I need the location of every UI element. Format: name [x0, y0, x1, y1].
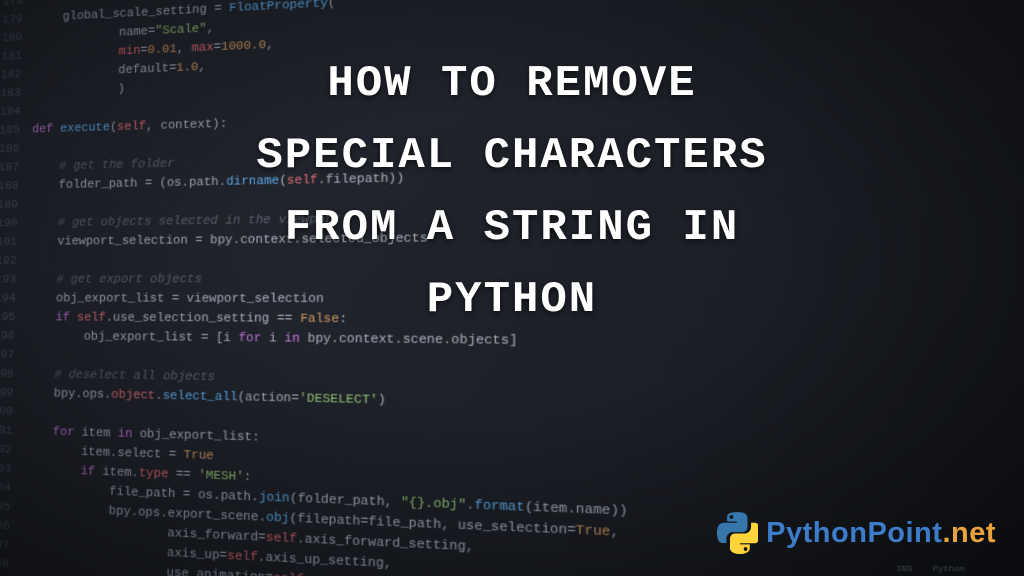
line-number: 199: [0, 383, 26, 403]
line-number: 185: [0, 120, 32, 140]
brand-name-suffix: .net: [942, 517, 996, 549]
line-number: 198: [0, 364, 26, 384]
line-number: 189: [0, 195, 31, 214]
brand-logo: PythonPoint.net: [716, 512, 996, 554]
line-number: 183: [0, 83, 33, 103]
line-number: 194: [0, 289, 28, 308]
line-number: 207: [0, 534, 22, 555]
line-number: 204: [0, 477, 24, 498]
line-number: 179: [0, 9, 35, 30]
line-number: 187: [0, 158, 31, 178]
python-icon: [716, 512, 758, 554]
status-insert-mode: INS: [896, 565, 912, 575]
line-number: 186: [0, 139, 32, 159]
line-number: 190: [0, 214, 30, 233]
line-number: 196: [0, 327, 27, 346]
code-content: obj_export_list = viewport_selection: [28, 289, 324, 309]
line-number: 193: [0, 270, 29, 289]
brand-name-main: PythonPoint: [766, 517, 942, 549]
line-number: 208: [0, 553, 22, 574]
line-number: 201: [0, 421, 25, 441]
line-number: 184: [0, 102, 33, 122]
line-number: 203: [0, 458, 24, 478]
line-number: 206: [0, 515, 23, 536]
line-number: 191: [0, 233, 30, 252]
line-number: 181: [0, 46, 34, 66]
code-content: # get export objects: [28, 270, 202, 289]
line-number: 192: [0, 251, 29, 270]
line-number: 205: [0, 496, 23, 517]
code-content: if self.use_selection_setting == False:: [27, 308, 347, 329]
line-number: 197: [0, 345, 27, 364]
status-language: Python: [933, 565, 965, 575]
line-number: 180: [0, 28, 35, 48]
code-editor-background: 177 ),178 default='*',179 global_scale_s…: [0, 0, 1024, 576]
line-number: 182: [0, 65, 34, 85]
editor-status-bar: INS Python: [64, 562, 1024, 576]
code-line: 193 # get export objects: [0, 266, 1024, 289]
brand-text: PythonPoint.net: [766, 517, 996, 550]
code-content: viewport_selection = bpy.context.selecte…: [29, 228, 428, 251]
line-number: 195: [0, 308, 28, 327]
line-number: 200: [0, 402, 25, 422]
line-number: 188: [0, 176, 31, 195]
line-number: 202: [0, 440, 24, 460]
